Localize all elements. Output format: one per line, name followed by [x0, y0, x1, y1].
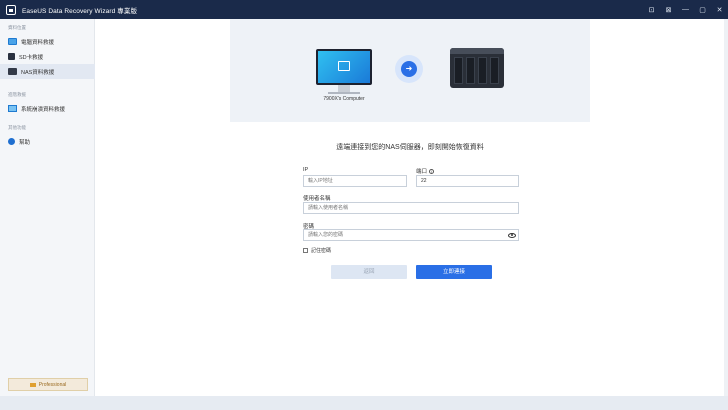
title-bar: EaseUS Data Recovery Wizard 專業版 ⊡ ⊠ — ▢ … — [0, 0, 728, 19]
sidebar-item-label: NAS資料救援 — [21, 69, 55, 76]
maximize-icon[interactable]: ▢ — [694, 0, 711, 19]
sidebar-section-label: 資料位置 — [8, 25, 26, 30]
window-title: EaseUS Data Recovery Wizard 專業版 — [22, 7, 138, 15]
port-input[interactable] — [416, 175, 519, 187]
close-icon[interactable]: ✕ — [711, 0, 728, 19]
monitor-icon — [8, 38, 17, 45]
computer-monitor-icon — [316, 49, 372, 85]
upgrade-icon[interactable]: ⊠ — [660, 0, 677, 19]
sidebar-section-label: 其他功能 — [8, 125, 26, 130]
nas-device-icon — [450, 48, 504, 88]
sidebar-item-label: SD卡救援 — [19, 54, 44, 61]
sidebar-item-system-crash[interactable]: 系統崩潰資料救援 — [0, 101, 95, 116]
connection-banner: 7900X's Computer ➜ — [230, 19, 590, 122]
sidebar-section-label: 進階救援 — [8, 92, 26, 97]
sidebar: 資料位置 電腦資料救援 SD卡救援 NAS資料救援 進階救援 系統崩潰資料救援 … — [0, 19, 95, 410]
status-bar — [0, 396, 728, 410]
ip-label: IP — [303, 167, 309, 173]
remember-label: 記住密碼 — [311, 248, 332, 254]
main-panel: 7900X's Computer ➜ 遠端連接到您的NAS伺服器，即刻開始恢復資… — [95, 19, 724, 396]
system-crash-icon — [8, 105, 17, 112]
scrollbar[interactable] — [724, 19, 728, 396]
window-controls: ⊡ ⊠ — ▢ ✕ — [643, 0, 728, 19]
ip-input[interactable] — [303, 175, 407, 187]
help-icon — [8, 138, 15, 145]
minimize-icon[interactable]: — — [677, 0, 694, 19]
sd-card-icon — [8, 53, 15, 60]
port-label: 端口 i — [416, 167, 435, 175]
sidebar-item-label: 系統崩潰資料救援 — [21, 106, 66, 113]
sidebar-item-help[interactable]: 幫助 — [0, 134, 95, 149]
page-title: 遠端連接到您的NAS伺服器，即刻開始恢復資料 — [336, 144, 484, 151]
crown-icon — [29, 382, 36, 387]
sidebar-item-label: 幫助 — [19, 139, 31, 146]
sidebar-item-sd-recovery[interactable]: SD卡救援 — [0, 49, 95, 64]
computer-name: 7900X's Computer — [323, 96, 365, 102]
connect-arrow-icon: ➜ — [401, 61, 417, 77]
username-input[interactable] — [303, 202, 519, 214]
sidebar-item-nas-recovery[interactable]: NAS資料救援 — [0, 64, 95, 79]
sidebar-item-pc-recovery[interactable]: 電腦資料救援 — [0, 34, 95, 49]
checkbox-icon[interactable] — [303, 248, 308, 253]
sidebar-item-label: 電腦資料救援 — [21, 39, 55, 46]
username-label: 使用者名稱 — [303, 196, 331, 202]
connect-now-button[interactable]: 立即連接 — [416, 265, 492, 279]
feedback-icon[interactable]: ⊡ — [643, 0, 660, 19]
remember-password-checkbox[interactable]: 記住密碼 — [303, 247, 331, 254]
show-password-icon[interactable] — [506, 230, 518, 240]
nas-icon — [8, 68, 17, 75]
back-button[interactable]: 返回 — [331, 265, 407, 279]
app-logo-icon — [6, 4, 16, 15]
professional-upgrade-button[interactable]: Professional — [8, 378, 88, 391]
promo-label: Professional — [38, 381, 67, 388]
password-input[interactable] — [303, 229, 519, 241]
info-icon[interactable]: i — [429, 169, 435, 175]
